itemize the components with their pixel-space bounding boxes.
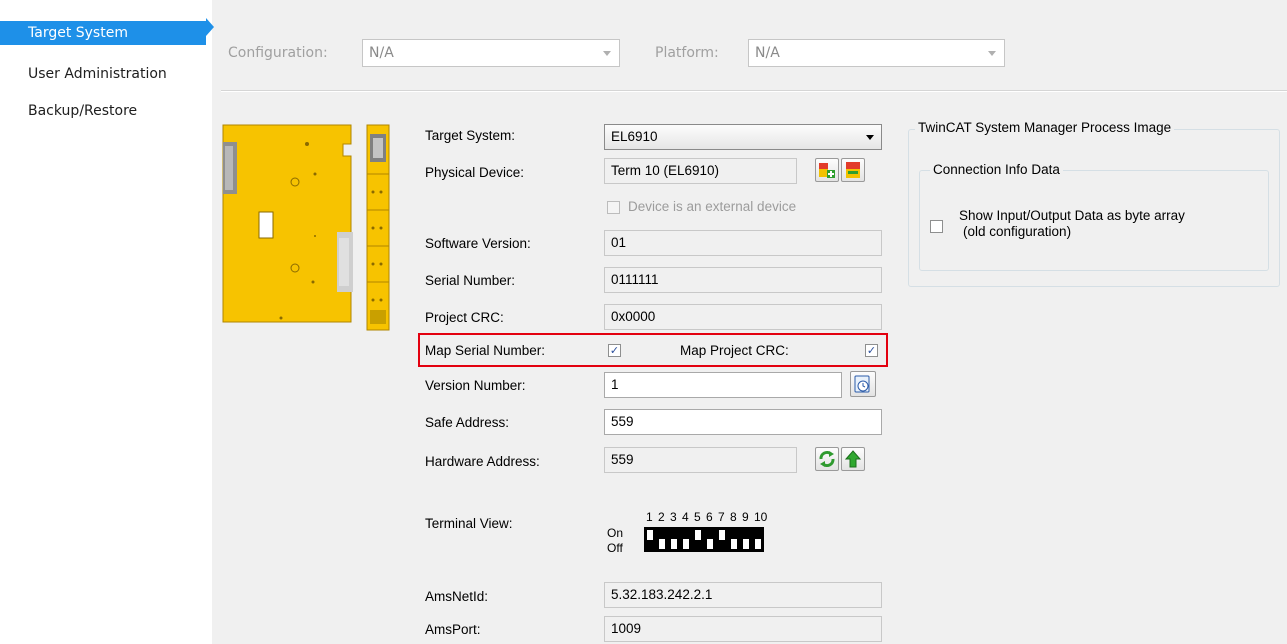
dip-number: 8 [730,510,737,524]
dip-number: 9 [742,510,749,524]
configuration-label: Configuration: [228,45,328,61]
amsport-label: AmsPort: [425,622,481,637]
dip-number: 2 [658,510,665,524]
amsnetid-label: AmsNetId: [425,589,489,604]
chevron-down-icon [988,51,996,56]
dip-on-label: On [607,526,624,540]
external-device-checkbox[interactable] [607,201,620,214]
software-version-field: 01 [604,230,882,256]
refresh-icon [819,451,835,467]
platform-value: N/A [755,45,780,61]
safe-address-label: Safe Address: [425,415,510,430]
safe-address-input[interactable]: 559 [604,409,882,435]
nav-item-user-administration[interactable]: User Administration [0,62,167,86]
nav-item-backup-restore[interactable]: Backup/Restore [0,99,137,123]
map-serial-number-label: Map Serial Number: [425,343,546,358]
amsnetid-field: 5.32.183.242.2.1 [604,582,882,608]
hardware-address-field: 559 [604,447,797,473]
byte-array-label-line1: Show Input/Output Data as byte array [959,208,1185,223]
connection-info-title: Connection Info Data [930,162,1063,177]
chevron-down-icon [603,51,611,56]
dip-number: 6 [706,510,713,524]
nav-item-target-system[interactable]: Target System [0,21,206,45]
project-crc-field: 0x0000 [604,304,882,330]
version-calculator-button[interactable] [850,371,876,397]
map-serial-number-checkbox[interactable]: ✓ [608,344,621,357]
version-number-label: Version Number: [425,378,526,393]
dip-number: 4 [682,510,689,524]
target-system-label: Target System: [425,128,516,143]
add-device-button[interactable] [815,158,839,182]
nav-active-arrow [206,18,214,36]
platform-label: Platform: [655,45,719,61]
serial-number-label: Serial Number: [425,273,516,288]
map-project-crc-label: Map Project CRC: [680,343,789,358]
remove-device-button[interactable] [841,158,865,182]
byte-array-label: Show Input/Output Data as byte array (ol… [959,208,1185,240]
dip-off-label: Off [607,541,623,555]
version-number-input[interactable]: 1 [604,372,842,398]
terminal-view-label: Terminal View: [425,516,513,531]
byte-array-label-line2: (old configuration) [963,224,1072,239]
dip-switch-3 [668,527,680,552]
divider-highlight [221,91,1287,92]
add-device-icon [819,163,835,178]
terminal-image [222,124,390,331]
dip-switch-7 [716,527,728,552]
target-system-value: EL6910 [611,129,658,144]
process-image-title: TwinCAT System Manager Process Image [915,120,1175,135]
upload-button[interactable] [841,447,865,471]
amsport-field: 1009 [604,616,882,642]
software-version-label: Software Version: [425,236,531,251]
calculator-icon [854,375,870,393]
serial-number-field: 0111111 [604,267,882,293]
refresh-button[interactable] [815,447,839,471]
remove-device-icon [846,162,860,178]
dip-switch-10 [752,527,764,552]
physical-device-field[interactable]: Term 10 (EL6910) [604,158,797,184]
dip-switch-6 [704,527,716,552]
dip-switch-2 [656,527,668,552]
dip-number: 3 [670,510,677,524]
dip-number: 10 [754,510,768,524]
checkmark-icon: ✓ [866,344,877,357]
upload-arrow-icon [844,450,862,468]
dip-switch-8 [728,527,740,552]
project-crc-label: Project CRC: [425,310,504,325]
configuration-value: N/A [369,45,394,61]
byte-array-checkbox[interactable] [930,220,943,233]
target-system-select[interactable]: EL6910 [604,124,882,150]
hardware-address-label: Hardware Address: [425,454,540,469]
dip-switch-9 [740,527,752,552]
dip-switch-1 [644,527,656,552]
platform-select[interactable]: N/A [748,39,1005,67]
dip-switch-5 [692,527,704,552]
map-project-crc-checkbox[interactable]: ✓ [865,344,878,357]
dip-switch-4 [680,527,692,552]
dip-number: 7 [718,510,725,524]
dip-number: 1 [646,510,653,524]
chevron-down-icon [866,135,874,140]
checkmark-icon: ✓ [609,344,620,357]
external-device-label: Device is an external device [628,199,797,214]
sidebar-nav: Target System User Administration Backup… [0,0,214,644]
physical-device-label: Physical Device: [425,165,525,180]
dip-number: 5 [694,510,701,524]
configuration-select[interactable]: N/A [362,39,620,67]
dip-numbers: 1 2 3 4 5 6 7 8 9 10 [646,510,770,524]
